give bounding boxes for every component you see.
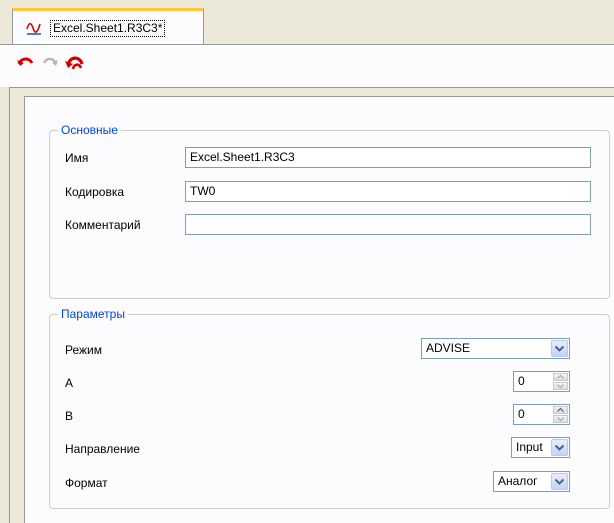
signal-wave-icon: [26, 20, 42, 36]
chevron-down-icon[interactable]: [551, 473, 568, 490]
mode-select[interactable]: ADVISE: [421, 338, 570, 359]
comment-label: Комментарий: [65, 218, 141, 232]
basic-group-title: Основные: [58, 123, 121, 137]
redo-button[interactable]: [40, 53, 60, 73]
undo-all-icon: [65, 56, 84, 70]
encoding-label: Кодировка: [65, 185, 125, 199]
undo-button[interactable]: [16, 53, 36, 73]
format-select[interactable]: Аналог: [493, 471, 570, 492]
chevron-down-icon[interactable]: [551, 340, 568, 357]
direction-select-value: Input: [516, 440, 543, 454]
redo-arrow-icon: [42, 57, 58, 66]
format-label: Формат: [65, 476, 108, 490]
toolbar: [0, 44, 614, 87]
name-field[interactable]: Excel.Sheet1.R3C3: [185, 147, 591, 168]
b-spinner-value: 0: [518, 407, 525, 421]
mode-label: Режим: [65, 343, 102, 357]
b-spinner[interactable]: 0: [513, 404, 570, 425]
chevron-down-icon[interactable]: [551, 439, 568, 456]
a-spinner[interactable]: 0: [513, 371, 570, 392]
undo-arrow-icon: [17, 57, 34, 66]
a-label: A: [65, 376, 74, 390]
undo-all-button[interactable]: [64, 53, 84, 73]
spin-down-icon[interactable]: [553, 415, 568, 423]
format-select-value: Аналог: [498, 474, 538, 488]
direction-label: Направление: [65, 442, 140, 456]
spin-up-icon[interactable]: [553, 406, 568, 414]
comment-field[interactable]: [185, 214, 591, 235]
properties-panel: Основные Имя Excel.Sheet1.R3C3 Кодировка…: [24, 96, 614, 523]
direction-select[interactable]: Input: [511, 437, 570, 458]
document-tab[interactable]: Excel.Sheet1.R3C3*: [12, 8, 204, 44]
spin-down-icon[interactable]: [553, 382, 568, 390]
spin-up-icon[interactable]: [553, 373, 568, 381]
document-tab-label: Excel.Sheet1.R3C3*: [50, 20, 166, 37]
b-label: B: [65, 409, 74, 423]
document-tab-bar: Excel.Sheet1.R3C3*: [0, 0, 614, 44]
name-label: Имя: [65, 151, 89, 165]
params-group-title: Параметры: [58, 307, 128, 321]
mode-select-value: ADVISE: [426, 341, 471, 355]
a-spinner-value: 0: [518, 374, 525, 388]
encoding-field[interactable]: TW0: [185, 181, 591, 202]
